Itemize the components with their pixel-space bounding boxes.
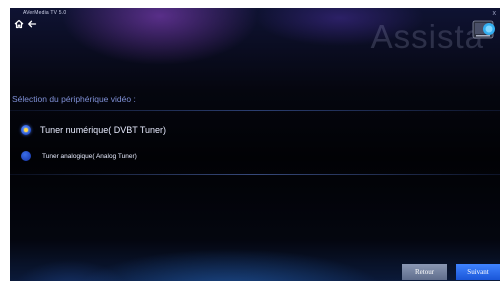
close-icon[interactable]: x bbox=[493, 10, 497, 17]
option-digital-tuner[interactable]: Tuner numérique( DVBT Tuner) bbox=[21, 125, 166, 135]
assistant-watermark: Assista bbox=[370, 18, 484, 55]
option-analog-tuner[interactable]: Tuner analogique( Analog Tuner) bbox=[21, 151, 137, 161]
option-label: Tuner numérique( DVBT Tuner) bbox=[40, 125, 167, 135]
radio-selected-icon[interactable] bbox=[21, 125, 31, 135]
divider-bottom bbox=[10, 174, 500, 175]
back-arrow-icon[interactable] bbox=[27, 16, 37, 28]
back-button[interactable]: Retour bbox=[402, 264, 447, 280]
wizard-window: AVerMedia TV 5.0 Assista x Sélection du … bbox=[10, 8, 500, 281]
divider-top bbox=[10, 110, 500, 111]
radio-unselected-icon[interactable] bbox=[21, 151, 31, 161]
option-label: Tuner analogique( Analog Tuner) bbox=[42, 152, 137, 160]
next-button[interactable]: Suivant bbox=[456, 264, 500, 280]
app-logo-icon bbox=[472, 18, 496, 42]
section-label: Sélection du périphérique vidéo : bbox=[12, 94, 136, 104]
home-icon[interactable] bbox=[14, 16, 24, 29]
